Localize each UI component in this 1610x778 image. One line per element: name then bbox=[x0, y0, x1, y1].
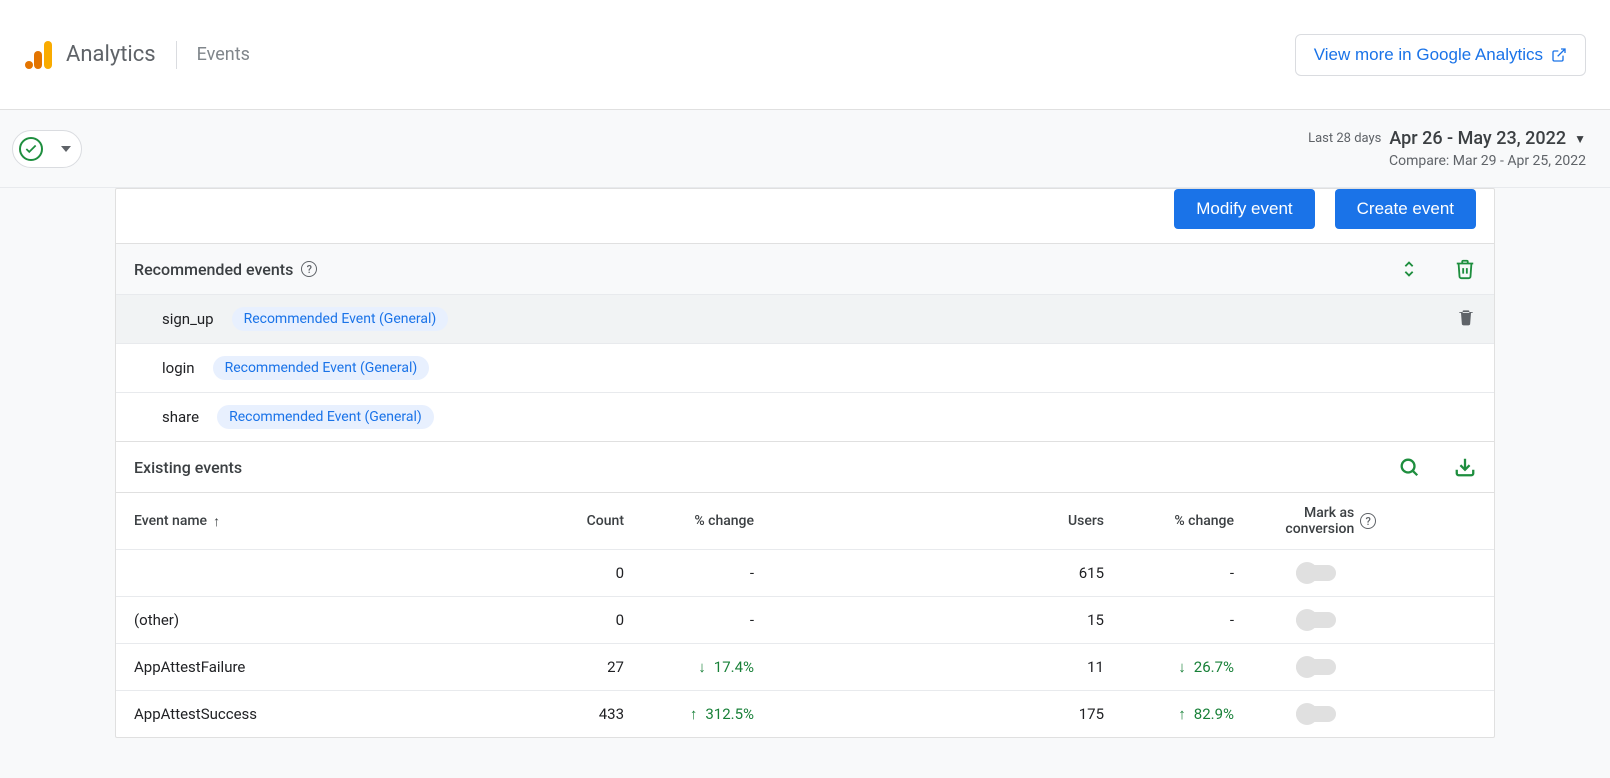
users-change-cell: ↓ 26.7% bbox=[1104, 658, 1234, 676]
conversion-toggle[interactable] bbox=[1296, 612, 1336, 628]
sort-icon[interactable] bbox=[1398, 258, 1420, 280]
recommended-event-chip: Recommended Event (General) bbox=[213, 356, 430, 380]
existing-title: Existing events bbox=[134, 458, 242, 477]
recommended-event-name: login bbox=[162, 359, 195, 377]
users-change-cell: ↑ 82.9% bbox=[1104, 705, 1234, 723]
external-link-icon bbox=[1551, 47, 1567, 63]
recommended-event-name: sign_up bbox=[162, 310, 214, 328]
date-range: Apr 26 - May 23, 2022 bbox=[1389, 128, 1566, 149]
users-change-cell: - bbox=[1104, 611, 1234, 629]
search-icon[interactable] bbox=[1398, 456, 1420, 478]
count-cell: 27 bbox=[504, 658, 624, 676]
analytics-logo-icon bbox=[24, 39, 56, 71]
conversion-toggle[interactable] bbox=[1296, 565, 1336, 581]
col-users-change[interactable]: % change bbox=[1104, 513, 1234, 529]
download-icon[interactable] bbox=[1454, 456, 1476, 478]
count-cell: 0 bbox=[504, 564, 624, 582]
filter-bar: Last 28 days Apr 26 - May 23, 2022 ▼ Com… bbox=[0, 110, 1610, 188]
table-header: Event name ↑ Count % change Users % chan… bbox=[116, 492, 1494, 549]
event-name-cell: AppAttestSuccess bbox=[134, 705, 504, 723]
users-change-value: 82.9% bbox=[1194, 705, 1234, 723]
conversion-toggle[interactable] bbox=[1296, 659, 1336, 675]
header-divider bbox=[176, 41, 177, 69]
date-prefix: Last 28 days bbox=[1308, 131, 1381, 146]
recommended-title: Recommended events bbox=[134, 260, 293, 279]
col-users[interactable]: Users bbox=[754, 513, 1104, 529]
check-circle-icon bbox=[19, 137, 43, 161]
recommended-event-name: share bbox=[162, 408, 199, 426]
col-event-name[interactable]: Event name bbox=[134, 513, 207, 529]
delete-all-icon[interactable] bbox=[1454, 258, 1476, 280]
count-change-value: 17.4% bbox=[714, 658, 754, 676]
users-change-value: 26.7% bbox=[1194, 658, 1234, 676]
recommended-event-chip: Recommended Event (General) bbox=[232, 307, 449, 331]
col-mark-conversion: Mark as conversion bbox=[1234, 505, 1354, 537]
count-change-cell: - bbox=[624, 611, 754, 629]
existing-section-header: Existing events bbox=[116, 441, 1494, 492]
count-change-cell: ↑ 312.5% bbox=[624, 705, 754, 723]
app-name: Analytics bbox=[66, 42, 156, 67]
status-filter-pill[interactable] bbox=[12, 130, 82, 168]
count-cell: 433 bbox=[504, 705, 624, 723]
count-change-value: 312.5% bbox=[705, 705, 754, 723]
top-header: Analytics Events View more in Google Ana… bbox=[0, 0, 1610, 110]
users-cell: 175 bbox=[754, 705, 1104, 723]
count-change-cell: - bbox=[624, 564, 754, 582]
conversion-toggle[interactable] bbox=[1296, 706, 1336, 722]
caret-down-icon: ▼ bbox=[1574, 132, 1586, 146]
users-cell: 615 bbox=[754, 564, 1104, 582]
sort-asc-icon: ↑ bbox=[213, 513, 220, 530]
arrow-up-icon: ↑ bbox=[690, 705, 698, 723]
col-count[interactable]: Count bbox=[504, 513, 624, 529]
event-name-cell: AppAttestFailure bbox=[134, 658, 504, 676]
date-compare: Compare: Mar 29 - Apr 25, 2022 bbox=[1308, 153, 1586, 169]
arrow-down-icon: ↓ bbox=[698, 658, 706, 676]
table-row[interactable]: AppAttestSuccess433 ↑ 312.5%175 ↑ 82.9% bbox=[116, 690, 1494, 737]
col-count-change[interactable]: % change bbox=[624, 513, 754, 529]
help-icon[interactable]: ? bbox=[1360, 513, 1376, 529]
count-cell: 0 bbox=[504, 611, 624, 629]
recommended-event-row[interactable]: login Recommended Event (General) bbox=[116, 343, 1494, 392]
event-name-cell: (other) bbox=[134, 611, 504, 629]
recommended-section-header: Recommended events ? bbox=[116, 243, 1494, 294]
users-change-cell: - bbox=[1104, 564, 1234, 582]
events-card: Modify event Create event Recommended ev… bbox=[115, 188, 1495, 738]
table-row[interactable]: 0-615- bbox=[116, 549, 1494, 596]
table-row[interactable]: AppAttestFailure27 ↓ 17.4%11 ↓ 26.7% bbox=[116, 643, 1494, 690]
arrow-down-icon: ↓ bbox=[1178, 658, 1186, 676]
recommended-event-chip: Recommended Event (General) bbox=[217, 405, 434, 429]
view-more-button[interactable]: View more in Google Analytics bbox=[1295, 34, 1586, 76]
recommended-event-row[interactable]: share Recommended Event (General) bbox=[116, 392, 1494, 441]
count-change-cell: ↓ 17.4% bbox=[624, 658, 754, 676]
view-more-label: View more in Google Analytics bbox=[1314, 45, 1543, 65]
modify-event-button[interactable]: Modify event bbox=[1174, 189, 1314, 229]
analytics-logo: Analytics bbox=[24, 39, 156, 71]
table-row[interactable]: (other)0-15- bbox=[116, 596, 1494, 643]
chevron-down-icon bbox=[61, 146, 71, 152]
create-event-button[interactable]: Create event bbox=[1335, 189, 1476, 229]
date-range-picker[interactable]: Last 28 days Apr 26 - May 23, 2022 ▼ Com… bbox=[1308, 128, 1586, 169]
arrow-up-icon: ↑ bbox=[1178, 705, 1186, 723]
recommended-event-row[interactable]: sign_up Recommended Event (General) bbox=[116, 294, 1494, 343]
users-cell: 15 bbox=[754, 611, 1104, 629]
help-icon[interactable]: ? bbox=[301, 261, 317, 277]
page-title: Events bbox=[197, 44, 250, 65]
trash-icon[interactable] bbox=[1456, 307, 1476, 331]
users-cell: 11 bbox=[754, 658, 1104, 676]
